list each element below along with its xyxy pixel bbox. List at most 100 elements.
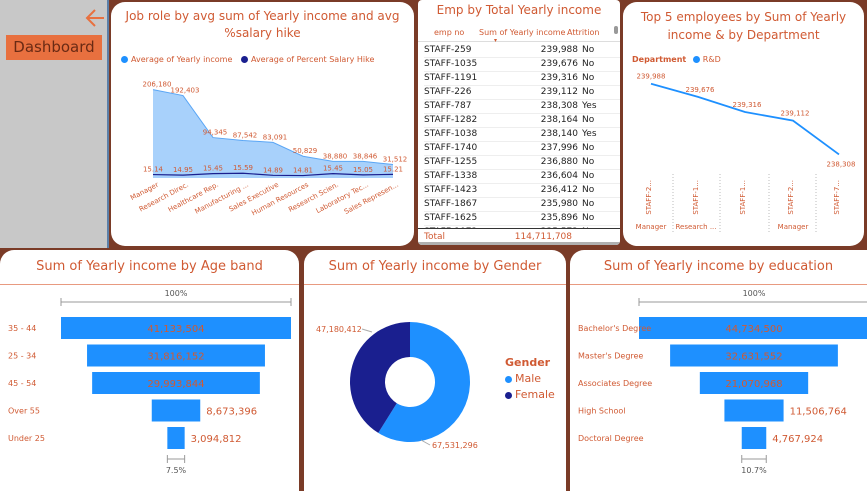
cell-emp-no: STAFF-1867 <box>424 199 478 209</box>
legend-label-male: Male <box>515 372 542 385</box>
income-data-label: 192,403 <box>171 87 200 95</box>
education-funnel: 100% Bachelor's Degree 44,734,500 Master's … <box>578 289 867 475</box>
column-header-attrition[interactable]: Attrition <box>567 28 599 37</box>
cell-income: 238,308 <box>540 101 578 111</box>
rd-series-line <box>650 82 840 156</box>
data-label: 239,988 <box>637 73 666 81</box>
category-label: High School <box>578 407 626 416</box>
legend-item-male[interactable]: Male <box>505 372 555 385</box>
data-label: 47,180,412 <box>316 325 362 334</box>
dashboard-button[interactable]: Dashboard <box>6 35 102 60</box>
percent-top-label: 100% <box>165 289 188 298</box>
category-label: Over 55 <box>8 407 40 416</box>
data-label: 4,767,924 <box>772 434 823 445</box>
cell-emp-no: STAFF-1035 <box>424 59 478 69</box>
data-label: 239,316 <box>733 101 762 109</box>
hike-data-label: 14.89 <box>263 166 283 174</box>
table-row[interactable]: STAFF-1867 235,980 No <box>424 198 620 212</box>
cell-income: 237,996 <box>540 143 578 153</box>
cell-emp-no: STAFF-1625 <box>424 213 478 223</box>
data-label: 41,133,504 <box>147 324 204 335</box>
cell-attrition: No <box>582 73 595 83</box>
category-label: 35 - 44 <box>8 324 36 333</box>
table-row[interactable]: STAFF-787 238,308 Yes <box>424 100 620 114</box>
column-header-income[interactable]: Sum of Yearly income <box>479 28 565 37</box>
cell-income: 236,880 <box>540 157 578 167</box>
x-tick-label: STAFF-2... <box>787 180 795 215</box>
cell-income: 239,316 <box>540 73 578 83</box>
arrow-left-icon[interactable] <box>84 6 108 30</box>
x-tick-label: STAFF-2... <box>645 180 653 215</box>
hike-data-label: 15.21 <box>383 165 403 173</box>
cell-attrition: No <box>582 157 595 167</box>
chart-legend: Gender Male Female <box>505 356 555 401</box>
cell-attrition: No <box>582 199 595 209</box>
table-row[interactable]: STAFF-1625 235,896 No <box>424 212 620 226</box>
table-row[interactable]: STAFF-1282 238,164 No <box>424 114 620 128</box>
category-label: Doctoral Degree <box>578 434 644 443</box>
data-label: 239,676 <box>686 86 715 94</box>
age-band-chart-card: Sum of Yearly income by Age band 100% 35 … <box>0 250 299 491</box>
income-data-label: 50,829 <box>293 147 318 155</box>
x-tick-label: STAFF-7... <box>833 180 841 215</box>
sidebar: Dashboard <box>0 0 109 248</box>
cell-attrition: Yes <box>582 129 597 139</box>
top-employees-chart-card: Top 5 employees by Sum of Yearly income … <box>623 2 864 246</box>
cell-income: 238,140 <box>540 129 578 139</box>
cell-income: 235,896 <box>540 213 578 223</box>
data-label: 3,094,812 <box>191 434 242 445</box>
funnel-bar <box>724 399 784 422</box>
table-scrollbar[interactable] <box>614 26 618 34</box>
table-row[interactable]: STAFF-259 239,988 No <box>424 44 620 58</box>
column-header-emp-no[interactable]: emp no <box>434 28 464 37</box>
cell-emp-no: STAFF-1423 <box>424 185 478 195</box>
category-label: 45 - 54 <box>8 379 36 388</box>
table-row[interactable]: STAFF-1255 236,880 No <box>424 156 620 170</box>
table-hscrollbar[interactable] <box>418 242 620 245</box>
table-row[interactable]: STAFF-226 239,112 No <box>424 86 620 100</box>
cell-emp-no: STAFF-1191 <box>424 73 478 83</box>
table-body: STAFF-259 239,988 No STAFF-1035 239,676 No STA… <box>418 44 620 228</box>
table-row[interactable]: STAFF-1423 236,412 No <box>424 184 620 198</box>
cell-emp-no: STAFF-1338 <box>424 171 478 181</box>
cell-attrition: No <box>582 87 595 97</box>
total-label: Total <box>424 232 446 242</box>
line-chart: 239,988 STAFF-2... 239,676 STAFF-1... 239,31… <box>636 73 856 234</box>
table-row[interactable]: STAFF-1740 237,996 No <box>424 142 620 156</box>
job-role-chart-card: Job role by avg sum of Yearly income and… <box>111 2 414 246</box>
cell-attrition: No <box>582 59 595 69</box>
education-chart-card: Sum of Yearly income by education 100% Ba… <box>570 250 867 491</box>
cell-emp-no: STAFF-787 <box>424 101 472 111</box>
percent-top-label: 100% <box>743 289 766 298</box>
income-data-label: 38,846 <box>353 152 378 160</box>
legend-item-female[interactable]: Female <box>505 388 555 401</box>
table-row[interactable]: STAFF-1191 239,316 No <box>424 72 620 86</box>
category-label: Under 25 <box>8 434 45 443</box>
category-label: Bachelor's Degree <box>578 324 651 333</box>
table-row[interactable]: STAFF-1038 238,140 Yes <box>424 128 620 142</box>
table-row[interactable]: STAFF-1035 239,676 No <box>424 58 620 72</box>
income-data-label: 87,542 <box>233 131 258 139</box>
legend-title: Gender <box>505 356 551 369</box>
data-label: 67,531,296 <box>432 441 478 450</box>
x-tick-label: Sales Represen... <box>343 181 400 216</box>
data-label: 8,673,396 <box>206 407 257 418</box>
table-row[interactable]: STAFF-1338 236,604 No <box>424 170 620 184</box>
sort-desc-icon[interactable]: ▾ <box>494 37 497 44</box>
group-label: Research ... <box>675 223 716 231</box>
area-chart: 206,18015.14Manager192,40314.95Research … <box>129 81 408 218</box>
income-data-label: 83,091 <box>263 133 288 141</box>
cell-emp-no: STAFF-1038 <box>424 129 478 139</box>
percent-bottom-label: 7.5% <box>166 466 187 475</box>
cell-emp-no: STAFF-1282 <box>424 115 478 125</box>
hike-data-label: 15.45 <box>203 165 223 173</box>
table-header: emp no Sum of Yearly income Attrition ▾ <box>418 20 620 44</box>
hike-data-label: 14.95 <box>173 166 193 174</box>
gender-chart-card: Sum of Yearly income by Gender 67,531,29… <box>304 250 566 491</box>
income-data-label: 38,880 <box>323 152 348 160</box>
group-label: Manager <box>778 223 809 231</box>
income-data-label: 31,512 <box>383 155 408 163</box>
data-label: 21,070,968 <box>725 379 782 390</box>
hike-data-label: 15.45 <box>323 165 343 173</box>
data-label: 238,308 <box>827 160 856 168</box>
